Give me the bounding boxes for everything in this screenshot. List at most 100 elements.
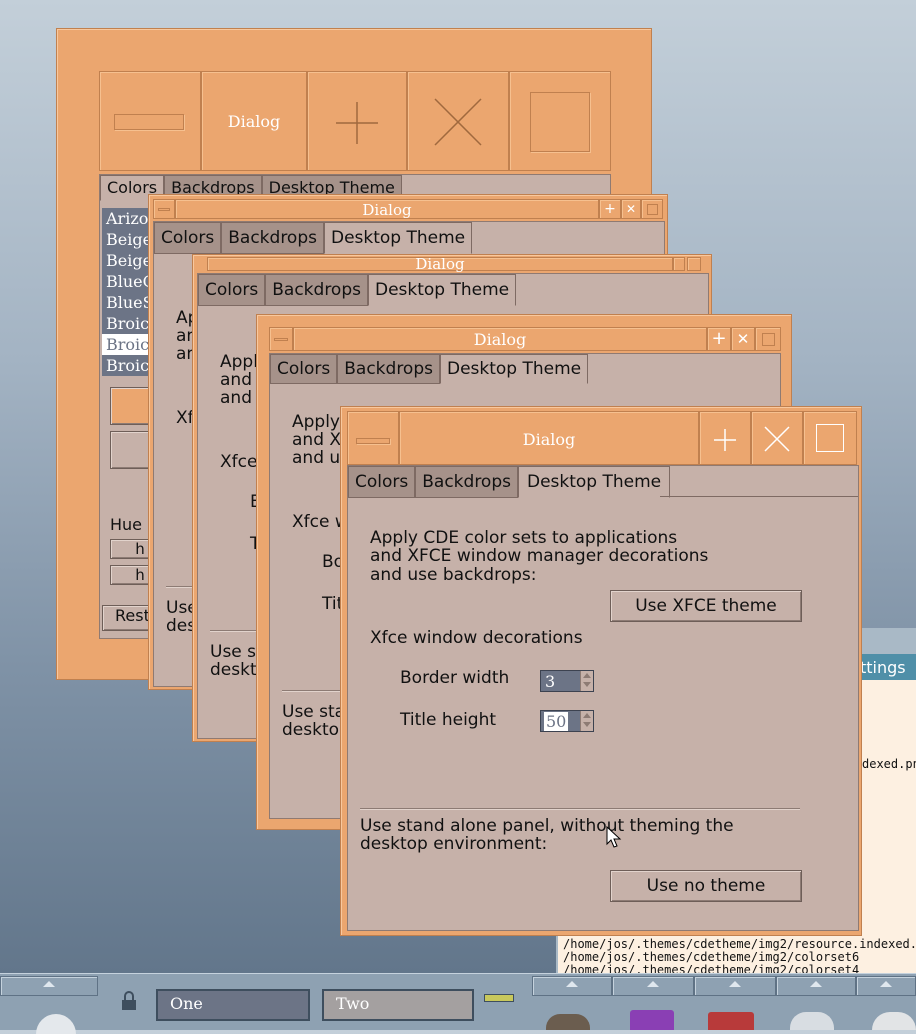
window-title: Dialog bbox=[362, 201, 412, 219]
close-button[interactable] bbox=[673, 257, 685, 271]
tab-colors[interactable]: Colors bbox=[270, 354, 338, 384]
maximize-button[interactable] bbox=[509, 71, 611, 171]
separator bbox=[360, 808, 800, 810]
window-title: Dialog bbox=[522, 430, 576, 449]
close-button[interactable] bbox=[751, 411, 803, 465]
tab-colors[interactable]: Colors bbox=[198, 274, 266, 306]
separator bbox=[282, 690, 342, 692]
maximize-button[interactable] bbox=[803, 411, 857, 465]
maximize-button[interactable] bbox=[641, 199, 663, 219]
panel-arrow-button[interactable] bbox=[856, 976, 916, 996]
spin-arrows[interactable] bbox=[580, 671, 593, 691]
minimize-button[interactable] bbox=[99, 71, 201, 171]
border-width-value: 3 bbox=[545, 672, 556, 691]
minimize-icon bbox=[158, 208, 170, 211]
title-bar[interactable]: Dialog bbox=[175, 199, 599, 219]
gimp-icon[interactable] bbox=[546, 1014, 590, 1030]
printer-icon[interactable] bbox=[708, 1012, 754, 1030]
window-title: Dialog bbox=[227, 112, 281, 131]
document-icon[interactable] bbox=[630, 1010, 674, 1030]
title-bar[interactable]: Dialog bbox=[207, 255, 673, 273]
maximize-icon bbox=[762, 333, 775, 346]
standalone-line: desktop environment: bbox=[360, 834, 548, 854]
spin-down-icon[interactable] bbox=[583, 722, 591, 727]
tab-desktop-theme[interactable]: Desktop Theme bbox=[323, 222, 473, 254]
tab-desktop-theme[interactable]: Desktop Theme bbox=[517, 466, 671, 498]
tab-backdrops[interactable]: Backdrops bbox=[415, 466, 518, 498]
disk-icon[interactable] bbox=[872, 1012, 916, 1030]
close-icon bbox=[434, 98, 482, 146]
title-height-value: 50 bbox=[544, 712, 569, 731]
plus-icon bbox=[336, 102, 378, 144]
arrow-up-icon bbox=[729, 981, 741, 987]
description-text: and XI bbox=[292, 430, 347, 450]
tab-bar: Colors Backdrops Desktop Theme bbox=[270, 354, 780, 384]
settings-line: dexed.pn bbox=[862, 757, 916, 771]
tab-bar: Colors Backdrops Desktop Theme bbox=[348, 466, 858, 498]
close-button[interactable]: ✕ bbox=[731, 327, 755, 351]
tab-backdrops[interactable]: Backdrops bbox=[221, 222, 324, 254]
tab-bar: Colors Backdrops Desktop Theme bbox=[154, 222, 664, 254]
use-no-theme-button[interactable]: Use no theme bbox=[610, 870, 802, 902]
workspace-one-button[interactable]: One bbox=[156, 989, 310, 1021]
panel-arrow-button[interactable] bbox=[776, 976, 856, 996]
use-xfce-theme-button[interactable]: Use XFCE theme bbox=[610, 590, 802, 622]
arrow-up-icon bbox=[43, 981, 55, 987]
standalone-text: Use sta bbox=[282, 702, 346, 722]
title-bar[interactable]: Dialog bbox=[399, 411, 699, 465]
maximize-button[interactable] bbox=[687, 257, 701, 271]
maximize-height-button[interactable] bbox=[699, 411, 751, 465]
tab-desktop-theme[interactable]: Desktop Theme bbox=[367, 274, 517, 306]
title-bar[interactable]: Dialog bbox=[201, 71, 307, 171]
standalone-line: Use stand alone panel, without theming t… bbox=[360, 816, 734, 836]
maximize-icon bbox=[647, 204, 658, 215]
panel-arrow-button[interactable] bbox=[0, 976, 98, 996]
close-button[interactable]: ✕ bbox=[621, 199, 641, 219]
tab-bar: Colors Backdrops Desktop Theme bbox=[198, 274, 708, 306]
panel-lock-icon[interactable] bbox=[118, 990, 140, 1012]
globe-icon[interactable] bbox=[36, 1014, 76, 1034]
hue-label: Hue bbox=[110, 515, 143, 534]
description-text: and bbox=[220, 388, 252, 408]
close-button[interactable] bbox=[407, 71, 509, 171]
spin-down-icon[interactable] bbox=[583, 682, 591, 687]
title-height-spinbox[interactable]: 50 bbox=[540, 710, 594, 732]
tab-colors[interactable]: Colors bbox=[348, 466, 416, 498]
spin-arrows[interactable] bbox=[580, 711, 593, 731]
settings-line: /home/jos/.themes/cdetheme/img2/resource… bbox=[563, 937, 916, 951]
maximize-height-button[interactable]: + bbox=[599, 199, 621, 219]
minimize-icon bbox=[274, 338, 288, 341]
description-line: and XFCE window manager decorations bbox=[370, 546, 709, 566]
tab-backdrops[interactable]: Backdrops bbox=[265, 274, 368, 306]
panel-arrow-button[interactable] bbox=[612, 976, 694, 996]
description-line: and use backdrops: bbox=[370, 565, 537, 585]
panel-arrow-button[interactable] bbox=[532, 976, 612, 996]
panel-indicator bbox=[484, 994, 514, 1002]
minimize-button[interactable] bbox=[269, 327, 293, 351]
window-title: Dialog bbox=[473, 330, 527, 349]
arrow-up-icon bbox=[566, 981, 578, 987]
maximize-height-button[interactable] bbox=[307, 71, 407, 171]
spin-up-icon[interactable] bbox=[583, 713, 591, 718]
panel-arrow-button[interactable] bbox=[694, 976, 776, 996]
minimize-button[interactable] bbox=[347, 411, 399, 465]
minimize-icon bbox=[114, 114, 184, 130]
maximize-icon bbox=[816, 424, 844, 452]
standalone-text: desktor bbox=[282, 720, 347, 740]
title-bar[interactable]: Dialog bbox=[293, 327, 707, 351]
minimize-button[interactable] bbox=[153, 199, 175, 219]
maximize-height-button[interactable]: + bbox=[707, 327, 731, 351]
description-text: and bbox=[220, 370, 252, 390]
maximize-icon bbox=[530, 92, 590, 152]
close-icon: ✕ bbox=[625, 202, 637, 216]
workspace-two-button[interactable]: Two bbox=[322, 989, 474, 1021]
tab-desktop-theme[interactable]: Desktop Theme bbox=[439, 354, 589, 384]
tab-colors[interactable]: Colors bbox=[154, 222, 222, 254]
tab-backdrops[interactable]: Backdrops bbox=[337, 354, 440, 384]
spin-up-icon[interactable] bbox=[583, 673, 591, 678]
plus-icon bbox=[714, 429, 736, 451]
maximize-button[interactable] bbox=[755, 327, 781, 351]
border-width-spinbox[interactable]: 3 bbox=[540, 670, 594, 692]
arrow-up-icon bbox=[647, 981, 659, 987]
speaker-icon[interactable] bbox=[790, 1012, 834, 1030]
